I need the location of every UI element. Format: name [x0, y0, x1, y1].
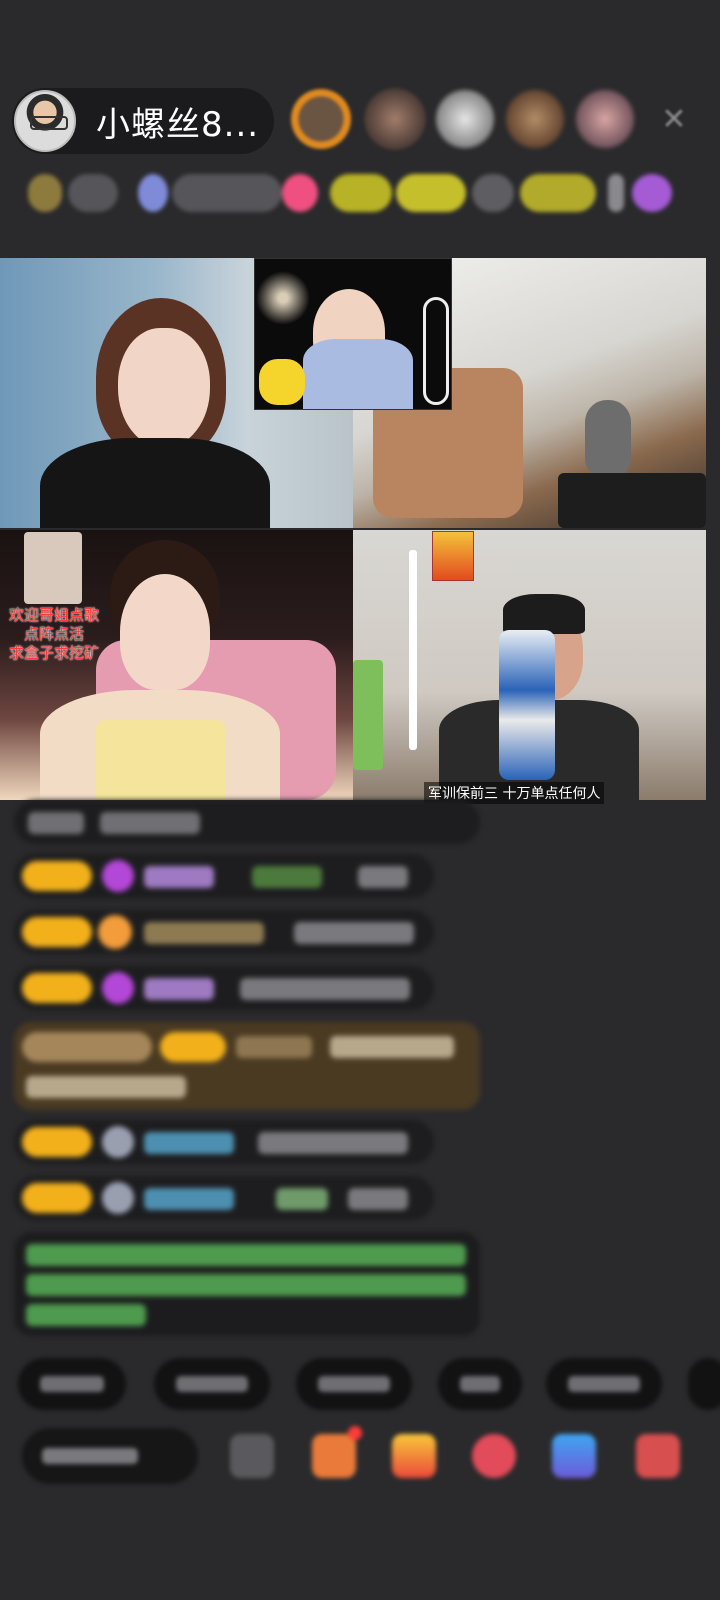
chat-message[interactable]	[14, 800, 480, 844]
system-notice	[14, 1232, 480, 1336]
streamer-body	[303, 339, 413, 409]
rank-icon[interactable]	[28, 174, 62, 212]
tag-blurred[interactable]	[472, 174, 514, 212]
room-tag-row	[20, 168, 690, 218]
ring-lights	[423, 297, 449, 405]
beer-can	[499, 630, 555, 780]
overlay-line: 欢迎哥姐点歌	[8, 606, 99, 624]
chat-message[interactable]	[14, 1176, 434, 1220]
chat-message[interactable]	[14, 910, 434, 954]
light-stick	[409, 550, 417, 750]
streamer-body	[40, 438, 270, 528]
level-badge	[160, 1032, 226, 1062]
tag-icon[interactable]	[632, 174, 672, 212]
chat-input[interactable]	[22, 1428, 198, 1484]
quick-reply-button[interactable]	[18, 1358, 126, 1410]
gift-icon[interactable]	[392, 1434, 436, 1478]
chat-message[interactable]	[14, 854, 434, 898]
close-icon[interactable]: ✕	[656, 102, 692, 138]
chat-message-highlight[interactable]	[14, 1022, 480, 1110]
overlay-line: 求盒子求挖矿	[8, 644, 99, 662]
avatar-icon	[102, 1182, 134, 1214]
game-icon[interactable]	[552, 1434, 596, 1478]
chat-message[interactable]	[14, 966, 434, 1010]
level-badge	[22, 1127, 92, 1157]
quick-reply-button[interactable]	[546, 1358, 662, 1410]
streamer-face	[120, 574, 210, 690]
viewer-avatar[interactable]	[286, 84, 356, 154]
tag-icon[interactable]	[138, 174, 168, 212]
level-badge	[22, 973, 92, 1003]
top-viewer-avatars	[286, 84, 636, 154]
tag-blurred[interactable]	[172, 174, 282, 212]
tag-blurred[interactable]	[608, 174, 624, 212]
host-name: 小螺丝8...	[96, 104, 260, 145]
level-badge	[22, 861, 92, 891]
chat-message[interactable]	[14, 1120, 434, 1164]
quick-reply-button[interactable]	[154, 1358, 270, 1410]
video-tile-3[interactable]	[254, 258, 452, 410]
host-avatar[interactable]	[14, 90, 76, 152]
decoration-flowers	[255, 263, 311, 333]
host-info-pill[interactable]: 小螺丝8...	[12, 88, 274, 154]
vip-badge	[22, 1032, 152, 1062]
tag-blurred[interactable]	[396, 174, 466, 212]
plant	[353, 660, 383, 770]
level-badge	[22, 917, 92, 947]
microphone	[585, 400, 631, 480]
bottom-action-bar	[22, 1426, 712, 1484]
viewer-avatar[interactable]	[504, 88, 566, 150]
yellow-top	[96, 720, 226, 800]
tag-blurred[interactable]	[520, 174, 596, 212]
quick-reply-button[interactable]	[296, 1358, 412, 1410]
video-tile-5[interactable]	[353, 530, 706, 800]
pikachu-toy	[259, 359, 305, 405]
gift-badge	[432, 531, 474, 581]
quick-reply-button[interactable]	[438, 1358, 522, 1410]
streamer-face	[118, 328, 210, 448]
viewer-avatar[interactable]	[574, 88, 636, 150]
quick-reply-button[interactable]	[688, 1358, 720, 1410]
avatar-icon	[102, 1126, 134, 1158]
tag-blurred[interactable]	[68, 174, 118, 212]
streamer-hair	[503, 594, 585, 634]
song-request-overlay: 欢迎哥姐点歌 点阵点活 求盒子求挖矿	[2, 606, 106, 663]
level-badge	[22, 1183, 92, 1213]
emoji-icon[interactable]	[230, 1434, 274, 1478]
overlay-line: 点阵点活	[23, 625, 84, 643]
mic-stand	[558, 473, 706, 528]
tag-blurred[interactable]	[330, 174, 392, 212]
notification-dot	[348, 1426, 362, 1440]
video-tile-4[interactable]: 欢迎哥姐点歌 点阵点活 求盒子求挖矿	[0, 530, 353, 800]
viewer-avatar[interactable]	[434, 88, 496, 150]
more-icon[interactable]	[636, 1434, 680, 1478]
fan-icon	[98, 915, 132, 949]
quick-reply-row	[18, 1358, 720, 1410]
gift-box-icon[interactable]	[312, 1434, 356, 1478]
gem-icon	[102, 972, 134, 1004]
viewer-avatar[interactable]	[364, 88, 426, 150]
profile-photo	[24, 532, 82, 604]
shop-icon[interactable]	[472, 1434, 516, 1478]
tag-icon[interactable]	[282, 174, 318, 212]
gem-icon	[102, 860, 134, 892]
